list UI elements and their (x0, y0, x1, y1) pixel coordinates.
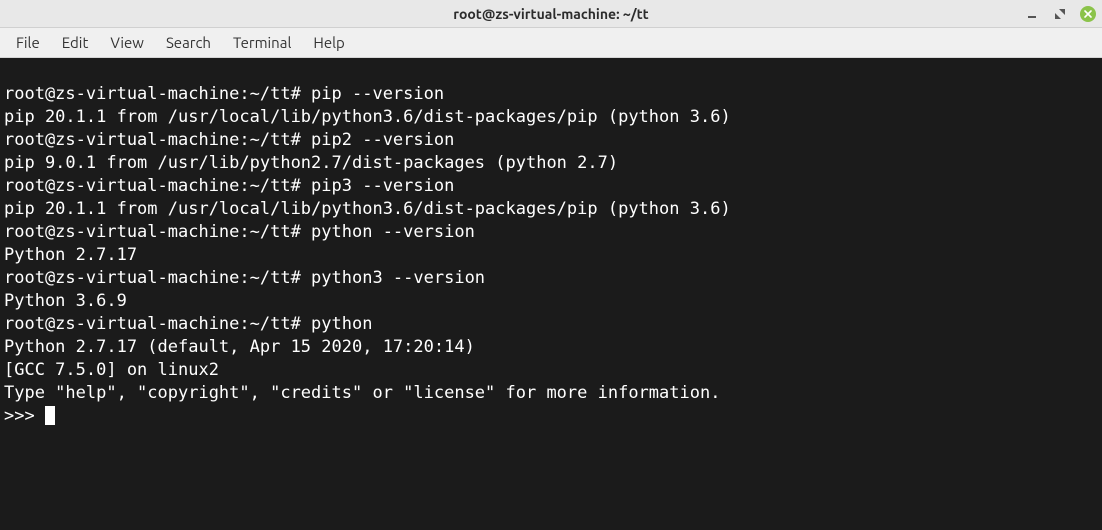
window-controls (1024, 0, 1096, 28)
prompt-line: root@zs-virtual-machine:~/tt# pip2 --ver… (4, 130, 454, 150)
command-text: pip3 --version (311, 176, 454, 196)
output-line: Python 3.6.9 (4, 291, 127, 311)
menubar: File Edit View Search Terminal Help (0, 28, 1102, 58)
command-text: pip --version (311, 84, 444, 104)
close-icon[interactable] (1080, 6, 1096, 22)
prompt-line: root@zs-virtual-machine:~/tt# python3 --… (4, 268, 485, 288)
command-text: python3 --version (311, 268, 485, 288)
output-line: Python 2.7.17 (4, 245, 137, 265)
menu-edit[interactable]: Edit (52, 30, 99, 55)
output-line: Python 2.7.17 (default, Apr 15 2020, 17:… (4, 337, 485, 357)
output-line: [GCC 7.5.0] on linux2 (4, 360, 219, 380)
menu-file[interactable]: File (6, 30, 50, 55)
output-line: pip 20.1.1 from /usr/local/lib/python3.6… (4, 199, 731, 219)
menu-search[interactable]: Search (156, 30, 221, 55)
cursor-icon (45, 406, 55, 425)
prompt: root@zs-virtual-machine:~/tt# (4, 176, 311, 196)
prompt: root@zs-virtual-machine:~/tt# (4, 222, 311, 242)
maximize-icon[interactable] (1052, 6, 1068, 22)
prompt: root@zs-virtual-machine:~/tt# (4, 130, 311, 150)
menu-help[interactable]: Help (303, 30, 354, 55)
prompt-line: root@zs-virtual-machine:~/tt# python --v… (4, 222, 475, 242)
command-text: pip2 --version (311, 130, 454, 150)
prompt: root@zs-virtual-machine:~/tt# (4, 268, 311, 288)
prompt-line: root@zs-virtual-machine:~/tt# pip --vers… (4, 84, 444, 104)
window-title: root@zs-virtual-machine: ~/tt (453, 6, 648, 22)
prompt: root@zs-virtual-machine:~/tt# (4, 84, 311, 104)
python-prompt-line: >>> (4, 406, 55, 426)
python-prompt: >>> (4, 406, 45, 426)
menu-terminal[interactable]: Terminal (223, 30, 301, 55)
minimize-icon[interactable] (1024, 6, 1040, 22)
menu-view[interactable]: View (100, 30, 154, 55)
command-text: python --version (311, 222, 475, 242)
command-text: python (311, 314, 372, 334)
output-line: pip 20.1.1 from /usr/local/lib/python3.6… (4, 107, 731, 127)
prompt-line: root@zs-virtual-machine:~/tt# pip3 --ver… (4, 176, 454, 196)
prompt-line: root@zs-virtual-machine:~/tt# python (4, 314, 372, 334)
prompt: root@zs-virtual-machine:~/tt# (4, 314, 311, 334)
terminal-output[interactable]: root@zs-virtual-machine:~/tt# pip --vers… (0, 58, 1102, 530)
titlebar: root@zs-virtual-machine: ~/tt (0, 0, 1102, 28)
output-line: pip 9.0.1 from /usr/lib/python2.7/dist-p… (4, 153, 618, 173)
output-line: Type "help", "copyright", "credits" or "… (4, 383, 720, 403)
